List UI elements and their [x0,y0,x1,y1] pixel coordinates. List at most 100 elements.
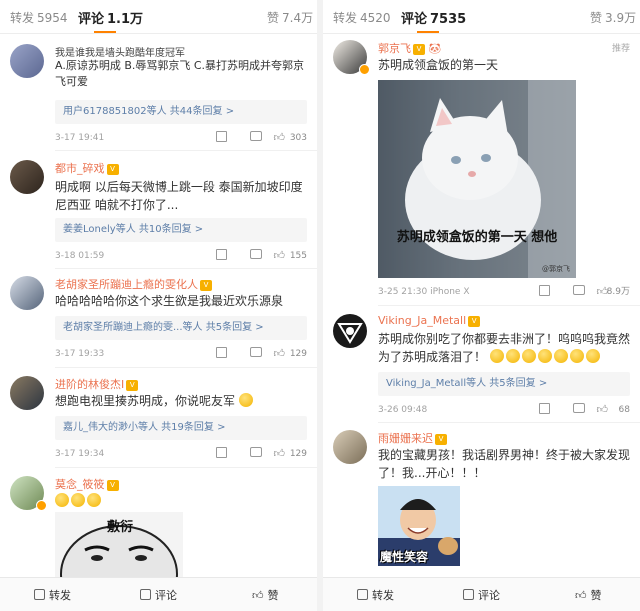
avatar[interactable] [10,376,44,410]
comment-item: Viking_Ja_Metall V 苏明成你别吃了你都要去非洲了！呜呜呜我竟然为… [323,310,640,422]
share-icon[interactable] [539,285,550,296]
reply-icon[interactable] [250,447,262,457]
tab-label: 评论 [78,12,105,27]
crying-emoji-icon [569,349,584,363]
crying-emoji-icon [553,349,568,363]
commenter-name-text: 莫念_筱筱 [55,478,105,491]
tab-label: 转发 [333,11,358,25]
reply-icon[interactable] [250,347,262,357]
comment-time: 3-25 21:30 iPhone X [378,287,470,297]
share-icon[interactable] [216,249,227,260]
tab-comments[interactable]: 评论 1.1万 [78,8,143,27]
repost-button[interactable]: 转发 [357,587,394,603]
commenter-name[interactable]: 郭京飞 V 🐼︎ [378,40,441,56]
thumbs-up-icon: 👍︎ [575,589,587,602]
vip-badge-icon: V [106,164,119,175]
meme-image[interactable]: 敷衍 [55,512,183,577]
avatar[interactable] [10,44,44,78]
comment-meta: 3-17 19:41 👍︎ 303 [55,130,307,146]
comment-button[interactable]: 评论 [463,587,500,603]
share-icon[interactable] [216,131,227,142]
tab-likes[interactable]: 赞 7.4万 [267,9,313,26]
comment-label: 评论 [478,589,500,602]
comment-label: 评论 [155,589,177,602]
comment-time: 3-17 19:33 [55,349,105,359]
commenter-name[interactable]: Viking_Ja_Metall V [378,314,481,327]
like-button[interactable]: 👍︎ 赞 [252,587,279,603]
meme-photo[interactable]: 魔性笑容 [378,486,460,566]
commenter-name[interactable]: 我是谁我是墙头跑酷年度冠军 [55,44,185,59]
commenter-name[interactable]: 雨姗姗来迟 V [378,430,447,446]
commenter-name[interactable]: 进阶的林俊杰I V [55,376,139,392]
avatar[interactable] [333,314,367,348]
vip-badge-icon: V [468,316,481,327]
reply-summary-link[interactable]: 用户6178851802等人 共44条回复 > [55,100,307,124]
avatar[interactable] [333,430,367,464]
crying-emoji-icon [537,349,552,363]
like-count: 129 [289,449,307,459]
comment-meta: 3-17 19:33 👍︎ 129 [55,346,307,362]
comment-item: 我是谁我是墙头跑酷年度冠军 A.原谅苏明成 B.辱骂郭京飞 C.暴打苏明成并夸郭… [0,40,317,150]
share-icon[interactable] [216,447,227,458]
left-tab-bar: 转发 5954 评论 1.1万 赞 7.4万 [0,0,317,34]
reply-summary-link[interactable]: 姜姜Lonely等人 共10条回复 > [55,218,307,242]
laugh-emoji-icon [87,493,101,507]
tab-count: 7.4万 [282,11,314,25]
comment-button[interactable]: 评论 [140,587,177,603]
avatar[interactable] [10,276,44,310]
like-count: 155 [289,251,307,261]
reply-icon[interactable] [573,403,585,413]
share-icon[interactable] [539,403,550,414]
repost-icon [34,589,45,600]
commenter-name[interactable]: 老胡家圣所蹦迪上瘾的雯化人 V [55,276,212,292]
tab-comments[interactable]: 评论 7535 [401,8,466,27]
like-count: 303 [289,133,307,143]
crying-emoji-icon [521,349,536,363]
commenter-name-text: 都市_碎戏 [55,162,105,175]
cat-photo[interactable]: 苏明成领盒饭的第一天 想他 @郭京飞 [378,80,576,278]
reply-summary-link[interactable]: 嘉儿_伟大的渺小等人 共19条回复 > [55,416,307,440]
tab-count: 1.1万 [107,12,144,27]
reply-icon[interactable] [250,131,262,141]
reply-icon[interactable] [250,249,262,259]
like-label: 赞 [267,589,279,602]
thumbs-up-icon[interactable]: 👍︎ [597,402,609,418]
reply-summary-link[interactable]: Viking_Ja_Metall等人 共5条回复 > [378,372,630,396]
right-tab-bar: 转发 4520 评论 7535 赞 3.9万 [323,0,640,34]
thumbs-up-icon[interactable]: 👍︎ [274,446,286,462]
commenter-name-text: Viking_Ja_Metall [378,314,467,327]
meme-caption: 敷衍 [107,520,134,535]
commenter-name[interactable]: 莫念_筱筱 V [55,476,119,492]
divider [55,367,317,368]
repost-button[interactable]: 转发 [34,587,71,603]
vip-badge-icon: V [413,44,425,55]
comment-time: 3-26 09:48 [378,405,428,415]
recommended-tag: 推荐 [611,44,630,54]
avatar[interactable] [10,160,44,194]
verified-badge-icon [359,64,370,75]
crying-emoji-icon [489,349,504,363]
tab-repost[interactable]: 转发 4520 [333,9,391,26]
tab-repost[interactable]: 转发 5954 [10,9,68,26]
laugh-emoji-icon [71,493,85,507]
repost-label: 转发 [49,589,71,602]
thumbs-up-icon[interactable]: 👍︎ [274,248,286,264]
divider [55,150,317,151]
reply-icon[interactable] [573,285,585,295]
repost-label: 转发 [372,589,394,602]
share-icon[interactable] [216,347,227,358]
comment-time: 3-18 01:59 [55,251,105,261]
image-caption: 魔性笑容 [380,550,429,564]
comment-item: 老胡家圣所蹦迪上瘾的雯化人 V 哈哈哈哈哈你这个求生欲是我最近欢乐源泉 老胡家圣所… [0,272,317,368]
comment-text: 我的宝藏男孩！我话剧界男神！终于被大家发现了！我...开心！！！ [378,448,631,480]
like-button[interactable]: 👍︎ 赞 [575,587,602,603]
thumbs-up-icon[interactable]: 👍︎ [274,346,286,362]
thumbs-up-icon[interactable]: 👍︎ [274,130,286,146]
commenter-name[interactable]: 都市_碎戏 V [55,160,119,176]
comment-item: 郭京飞 V 🐼︎ 推荐 苏明成领盒饭的第一天 苏明成领盒饭的第一天 想他 @郭京飞… [323,38,640,306]
tab-likes[interactable]: 赞 3.9万 [590,9,636,26]
reply-summary-link[interactable]: 老胡家圣所蹦迪上瘾的雯...等人 共5条回复 > [55,316,307,340]
tab-count: 3.9万 [605,11,637,25]
tab-count: 4520 [360,11,391,25]
like-count: 68 [618,405,630,415]
